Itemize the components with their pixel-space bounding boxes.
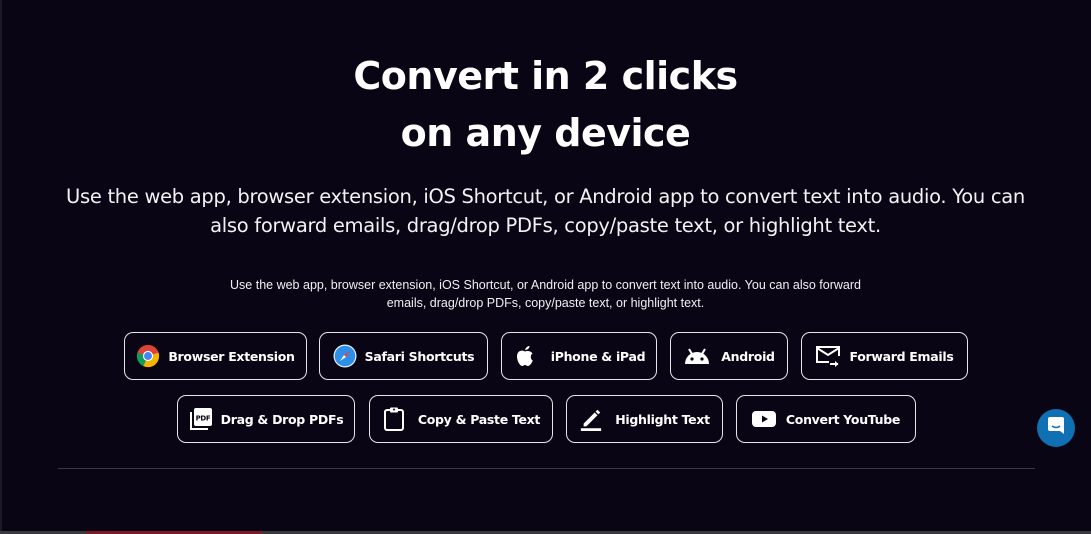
title-line-1: Convert in 2 clicks: [353, 54, 738, 98]
button-label: Convert YouTube: [785, 411, 901, 427]
title-line-2: on any device: [400, 111, 691, 155]
apple-icon: [513, 344, 537, 368]
chat-widget-button[interactable]: [1037, 409, 1075, 447]
sub-paragraph: Use the web app, browser extension, iOS …: [230, 278, 861, 310]
section-divider: [58, 468, 1035, 469]
button-label: Drag & Drop PDFs: [220, 411, 344, 427]
button-label: Highlight Text: [615, 411, 710, 427]
pencil-highlight-icon: [579, 407, 603, 431]
safari-shortcuts-button[interactable]: Safari Shortcuts: [319, 332, 488, 380]
convert-youtube-button[interactable]: Convert YouTube: [736, 395, 916, 443]
page-title: Convert in 2 clicks on any device: [0, 48, 1091, 162]
highlight-text-button[interactable]: Highlight Text: [566, 395, 723, 443]
button-label: Copy & Paste Text: [417, 411, 541, 427]
lead-paragraph: Use the web app, browser extension, iOS …: [66, 185, 1025, 237]
youtube-icon: [751, 407, 776, 431]
button-label: Forward Emails: [849, 348, 954, 364]
copy-paste-text-button[interactable]: Copy & Paste Text: [369, 395, 553, 443]
android-button[interactable]: Android: [670, 332, 788, 380]
button-label: Browser Extension: [168, 348, 295, 364]
iphone-ipad-button[interactable]: iPhone & iPad: [501, 332, 657, 380]
pdf-icon: PDF: [189, 407, 213, 431]
email-forward-icon: [815, 344, 841, 368]
browser-extension-button[interactable]: Browser Extension: [124, 332, 307, 380]
forward-emails-button[interactable]: Forward Emails: [801, 332, 968, 380]
chat-bubble-icon: [1047, 416, 1065, 440]
button-label: iPhone & iPad: [550, 348, 646, 364]
button-label: Safari Shortcuts: [364, 348, 475, 364]
chrome-icon: [136, 344, 160, 368]
android-icon: [683, 344, 711, 368]
button-label: Android: [721, 348, 775, 364]
safari-icon: [333, 344, 357, 368]
svg-text:PDF: PDF: [195, 415, 210, 423]
clipboard-icon: [382, 407, 406, 431]
drag-drop-pdfs-button[interactable]: PDF Drag & Drop PDFs: [177, 395, 355, 443]
